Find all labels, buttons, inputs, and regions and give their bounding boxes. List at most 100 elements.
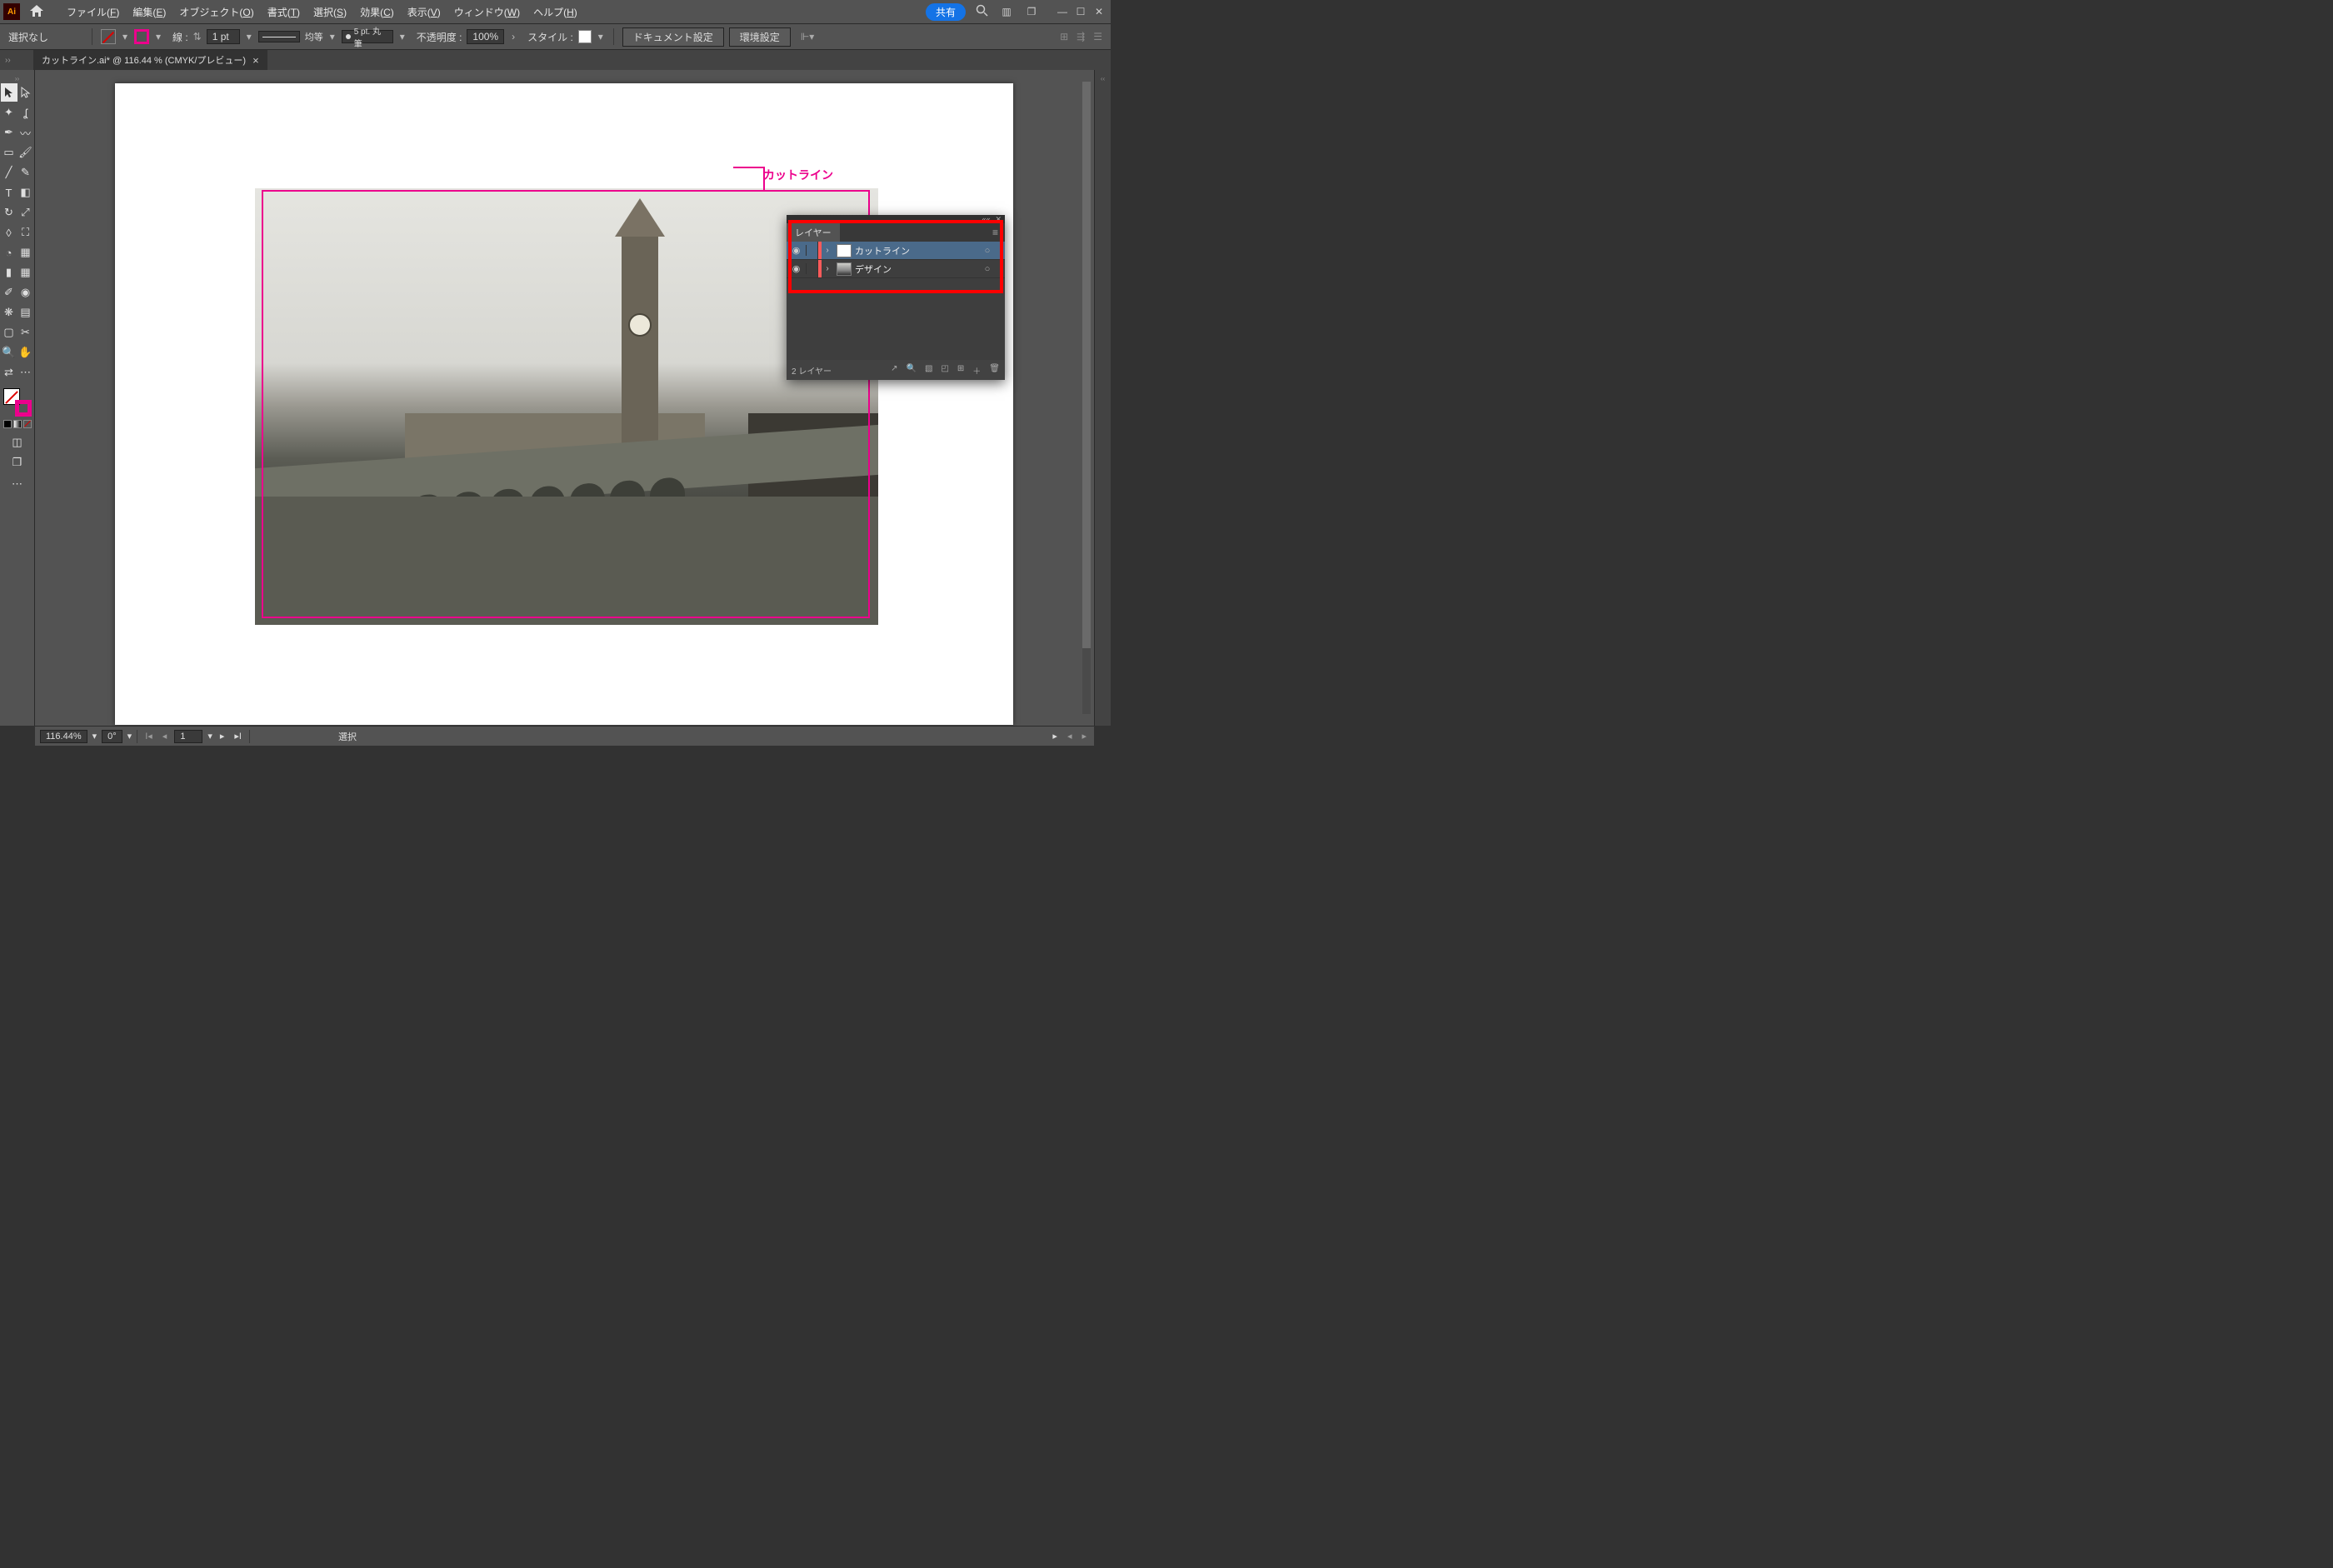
shape-builder-tool[interactable]: ◔ [1, 243, 17, 262]
opacity-field[interactable]: 100% [467, 29, 504, 44]
magic-wand-tool[interactable]: ✦ [1, 103, 17, 122]
expand-panels-icon[interactable]: ›› [5, 56, 11, 65]
stroke-weight-dropdown[interactable]: ▾ [245, 31, 253, 42]
rectangle-tool[interactable]: ▭ [1, 143, 17, 162]
edit-toolbar-bottom[interactable]: ⋯ [9, 475, 26, 493]
close-tab-icon[interactable]: × [252, 54, 259, 67]
disclosure-icon[interactable]: › [822, 246, 833, 255]
gradient-mode[interactable] [13, 420, 22, 428]
panel-menu-icon[interactable]: ≡ [986, 227, 1005, 238]
lasso-tool[interactable]: ʆ [17, 103, 34, 122]
next-artboard-button[interactable]: ▸ [217, 731, 227, 742]
style-swatch[interactable] [578, 30, 592, 43]
rotate-tool[interactable]: ↻ [1, 203, 17, 222]
minimize-button[interactable]: — [1054, 6, 1071, 17]
preferences-button[interactable]: 環境設定 [729, 27, 791, 47]
zoom-dropdown[interactable]: ▾ [92, 731, 97, 742]
layer-row[interactable]: ◉›デザイン○ [787, 260, 1005, 278]
curvature-tool[interactable]: 〰 [17, 123, 34, 142]
gradient-tool[interactable]: ▮ [1, 263, 17, 282]
stroke-swatch[interactable] [134, 29, 149, 44]
fill-stroke-control[interactable] [3, 388, 32, 417]
share-button[interactable]: 共有 [926, 3, 966, 21]
profile-preview[interactable] [258, 31, 300, 42]
free-transform-tool[interactable]: ⛶ [17, 223, 34, 242]
delete-layer-icon[interactable]: 🗑 [989, 364, 1000, 377]
opacity-more[interactable]: › [509, 31, 517, 42]
status-nav1[interactable]: ◂ [1065, 731, 1075, 742]
line-tool[interactable]: ╱ [1, 163, 17, 182]
fill-swatch[interactable] [101, 29, 116, 44]
dock-expand-icon[interactable]: ‹‹ [1095, 70, 1111, 82]
toggle-fill-stroke[interactable]: ⇄ [1, 363, 17, 382]
panel-titlebar[interactable]: «« ✕ [787, 215, 1005, 223]
list-icon[interactable]: ☰ [1093, 31, 1102, 42]
canvas[interactable]: カットライン [35, 70, 1094, 726]
status-more-button[interactable]: ▸ [1050, 731, 1060, 742]
direct-selection-tool[interactable] [17, 83, 34, 102]
scrollbar-thumb[interactable] [1082, 82, 1091, 648]
menu-t[interactable]: 書式(T) [261, 5, 307, 19]
rotate-dropdown[interactable]: ▾ [127, 731, 132, 742]
stroke-dropdown[interactable]: ▾ [154, 31, 162, 42]
search-icon[interactable] [972, 4, 991, 19]
vertical-scrollbar[interactable] [1082, 82, 1091, 714]
visibility-icon[interactable]: ◉ [787, 245, 807, 256]
rotate-field[interactable]: 0° [102, 730, 122, 743]
artboard-tool[interactable]: ▢ [1, 323, 17, 342]
document-setup-button[interactable]: ドキュメント設定 [622, 27, 724, 47]
panel-close-icon[interactable]: ✕ [995, 215, 1002, 223]
none-mode[interactable] [23, 420, 32, 428]
last-artboard-button[interactable]: ▸I [232, 731, 244, 742]
paintbrush-tool[interactable]: 🖌 [17, 143, 34, 162]
menu-e[interactable]: 編集(E) [126, 5, 172, 19]
align-icon[interactable]: ⊩▾ [801, 31, 814, 42]
close-button[interactable]: ✕ [1091, 6, 1107, 17]
profile-dropdown[interactable]: ▾ [328, 31, 337, 42]
menu-w[interactable]: ウィンドウ(W) [447, 5, 527, 19]
transform-icon[interactable]: ⊞ [1060, 31, 1068, 42]
target-icon[interactable]: ○ [980, 246, 995, 256]
graph-tool[interactable]: ▤ [17, 303, 34, 322]
eraser-tool[interactable]: ◧ [17, 183, 34, 202]
new-sublayer-icon[interactable]: ⊞ [957, 364, 964, 377]
prev-artboard-button[interactable]: ◂ [160, 731, 170, 742]
type-tool[interactable]: T [1, 183, 17, 202]
menu-h[interactable]: ヘルプ(H) [527, 5, 584, 19]
shaper-tool[interactable]: ✎ [17, 163, 34, 182]
new-layer-icon[interactable]: ＋ [972, 364, 981, 377]
make-clipping-icon[interactable]: ◰ [941, 364, 948, 377]
first-artboard-button[interactable]: I◂ [142, 731, 155, 742]
width-tool[interactable]: ◊ [1, 223, 17, 242]
artboard-dropdown[interactable]: ▾ [207, 731, 212, 742]
symbol-sprayer-tool[interactable]: ❋ [1, 303, 17, 322]
menu-o[interactable]: オブジェクト(O) [172, 5, 260, 19]
fill-dropdown[interactable]: ▾ [121, 31, 129, 42]
draw-mode[interactable]: ◫ [9, 433, 26, 452]
mesh-tool[interactable]: ▦ [17, 263, 34, 282]
hand-tool[interactable]: ✋ [17, 343, 34, 362]
brush-dropdown[interactable]: ▾ [398, 31, 407, 42]
lock-column[interactable] [807, 242, 818, 259]
blend-tool[interactable]: ◉ [17, 283, 34, 302]
menu-v[interactable]: 表示(V) [401, 5, 447, 19]
maximize-button[interactable]: ☐ [1072, 6, 1089, 17]
collect-icon[interactable]: ▧ [925, 364, 932, 377]
menu-c[interactable]: 効果(C) [353, 5, 401, 19]
visibility-icon[interactable]: ◉ [787, 263, 807, 274]
perspective-tool[interactable]: ▦ [17, 243, 34, 262]
panel-collapse-icon[interactable]: «« [982, 215, 990, 223]
isolate-icon[interactable]: ⇶ [1077, 31, 1085, 42]
artboard-field[interactable]: 1 [174, 730, 202, 743]
layers-tab[interactable]: レイヤー [787, 223, 840, 242]
brush-preview[interactable]: 5 pt. 丸筆 [342, 30, 393, 43]
status-nav2[interactable]: ▸ [1079, 731, 1089, 742]
disclosure-icon[interactable]: › [822, 264, 833, 273]
screen-mode[interactable]: ❐ [9, 453, 26, 472]
edit-toolbar[interactable]: ⋯ [17, 363, 34, 382]
document-tab[interactable]: カットライン.ai* @ 116.44 % (CMYK/プレビュー) × [33, 50, 267, 70]
search-layer-icon[interactable]: 🔍 [907, 364, 917, 377]
toolbox-grip[interactable]: ›› [5, 75, 30, 82]
locate-object-icon[interactable]: ↗ [891, 364, 897, 377]
selection-tool[interactable] [1, 83, 17, 102]
